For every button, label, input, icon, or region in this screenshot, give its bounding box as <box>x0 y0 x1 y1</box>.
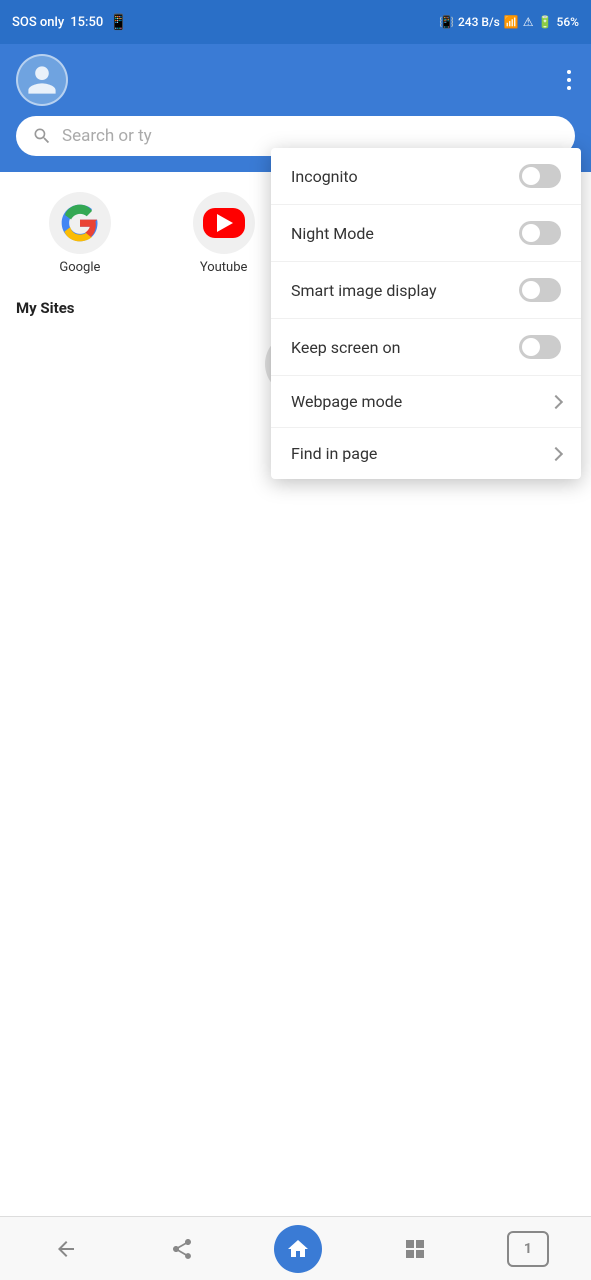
header-top <box>16 54 575 106</box>
alert-icon: ⚠ <box>523 15 534 29</box>
time: 15:50 <box>70 15 103 30</box>
site-item-google[interactable]: Google <box>16 192 144 275</box>
battery-icon: 🔋 <box>538 15 553 29</box>
tabs-button[interactable] <box>391 1225 439 1273</box>
vibrate-icon: 📳 <box>439 15 454 29</box>
night-mode-label: Night Mode <box>291 224 374 243</box>
menu-item-incognito[interactable]: Incognito <box>271 148 581 205</box>
status-bar: SOS only 15:50 📱 📳 243 B/s 📶 ⚠ 🔋 56% <box>0 0 591 44</box>
home-button[interactable] <box>274 1225 322 1273</box>
night-mode-toggle[interactable] <box>519 221 561 245</box>
bottom-nav: 1 <box>0 1216 591 1280</box>
menu-item-find-in-page[interactable]: Find in page <box>271 428 581 479</box>
incognito-label: Incognito <box>291 167 358 186</box>
share-button[interactable] <box>158 1225 206 1273</box>
tab-count: 1 <box>524 1241 532 1257</box>
menu-item-night-mode[interactable]: Night Mode <box>271 205 581 262</box>
menu-item-webpage-mode[interactable]: Webpage mode <box>271 376 581 428</box>
battery-pct: 56% <box>557 15 579 29</box>
app-indicator: 📱 <box>109 13 128 31</box>
find-in-page-label: Find in page <box>291 444 377 463</box>
back-button[interactable] <box>42 1225 90 1273</box>
google-label: Google <box>59 260 100 275</box>
tab-counter[interactable]: 1 <box>507 1231 549 1267</box>
keep-screen-toggle[interactable] <box>519 335 561 359</box>
youtube-label: Youtube <box>200 260 248 275</box>
search-icon <box>32 126 52 146</box>
menu-item-smart-image[interactable]: Smart image display <box>271 262 581 319</box>
more-options-button[interactable] <box>563 66 575 94</box>
find-in-page-chevron-icon <box>549 446 563 460</box>
avatar[interactable] <box>16 54 68 106</box>
wifi-icon: 📶 <box>504 15 519 29</box>
smart-image-toggle[interactable] <box>519 278 561 302</box>
webpage-mode-label: Webpage mode <box>291 392 402 411</box>
smart-image-label: Smart image display <box>291 281 437 300</box>
keep-screen-label: Keep screen on <box>291 338 400 357</box>
dropdown-menu: Incognito Night Mode Smart image display… <box>271 148 581 479</box>
google-icon <box>49 192 111 254</box>
menu-item-keep-screen[interactable]: Keep screen on <box>271 319 581 376</box>
youtube-icon <box>193 192 255 254</box>
sos-text: SOS only <box>12 15 64 30</box>
search-placeholder: Search or ty <box>62 126 152 146</box>
incognito-toggle[interactable] <box>519 164 561 188</box>
site-item-youtube[interactable]: Youtube <box>160 192 288 275</box>
webpage-mode-chevron-icon <box>549 394 563 408</box>
data-speed: 243 B/s <box>458 15 500 29</box>
